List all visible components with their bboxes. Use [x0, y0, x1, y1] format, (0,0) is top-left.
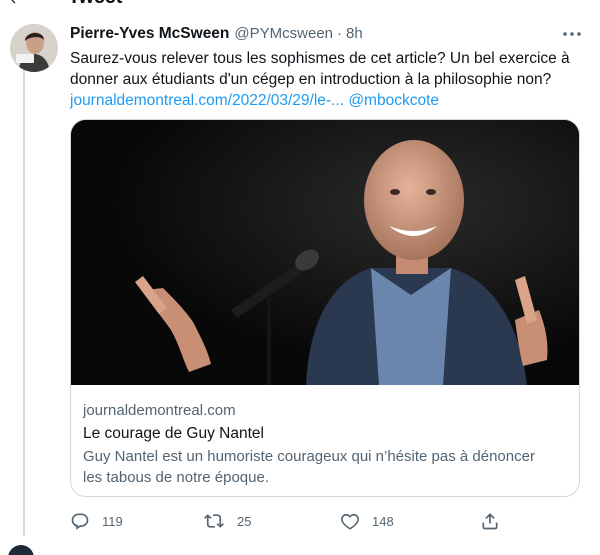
card-domain: journaldemontreal.com — [83, 402, 236, 419]
mention-link[interactable]: @mbockcote — [348, 92, 439, 109]
card-description: Guy Nantel est un humoriste courageux qu… — [83, 446, 573, 488]
heart-icon — [341, 513, 359, 530]
page-title: Tweet — [68, 0, 122, 9]
link-card[interactable]: journaldemontreal.com Le courage de Guy … — [70, 119, 580, 497]
top-bar: Tweet — [0, 0, 600, 10]
share-icon — [482, 513, 498, 530]
author-name[interactable]: Pierre-Yves McSween — [70, 25, 229, 43]
avatar-column — [10, 24, 58, 72]
like-button[interactable]: 148 — [340, 510, 394, 532]
tweet-time[interactable]: 8h — [346, 25, 363, 42]
card-description-line: les tabous de notre époque. — [83, 469, 269, 486]
like-count: 148 — [372, 513, 394, 529]
retweet-count: 25 — [237, 513, 252, 529]
thread-line — [23, 56, 25, 536]
tweet-text: Saurez-vous relever tous les sophismes d… — [70, 48, 580, 111]
card-description-line: Guy Nantel est un humoriste courageux qu… — [83, 448, 535, 465]
reply-button[interactable]: 119 — [70, 510, 123, 532]
header-separator: · — [337, 25, 342, 42]
card-title: Le courage de Guy Nantel — [83, 425, 264, 442]
author-handle[interactable]: @PYMcsween — [234, 25, 333, 42]
article-link[interactable]: journaldemontreal.com/2022/03/29/le-... — [70, 92, 344, 109]
arrow-left-icon[interactable] — [8, 0, 22, 6]
avatar[interactable] — [10, 24, 58, 72]
tweet-text-line: Saurez-vous relever tous les sophismes d… — [70, 50, 570, 67]
tweet-header: Pierre-Yves McSween @PYMcsween · 8h — [70, 25, 363, 43]
share-button[interactable] — [480, 510, 500, 532]
next-avatar[interactable] — [8, 545, 34, 555]
card-meta: journaldemontreal.com Le courage de Guy … — [83, 401, 573, 488]
tweet-text-line: donner aux étudiants d'un cégep en intro… — [70, 71, 552, 88]
retweet-button[interactable]: 25 — [203, 510, 251, 532]
reply-icon — [71, 513, 89, 530]
reply-count: 119 — [102, 513, 123, 529]
more-horizontal-icon[interactable] — [560, 24, 584, 44]
retweet-icon — [204, 514, 224, 528]
card-image — [71, 120, 579, 385]
tweet-actions: 119 25 148 — [70, 510, 510, 532]
